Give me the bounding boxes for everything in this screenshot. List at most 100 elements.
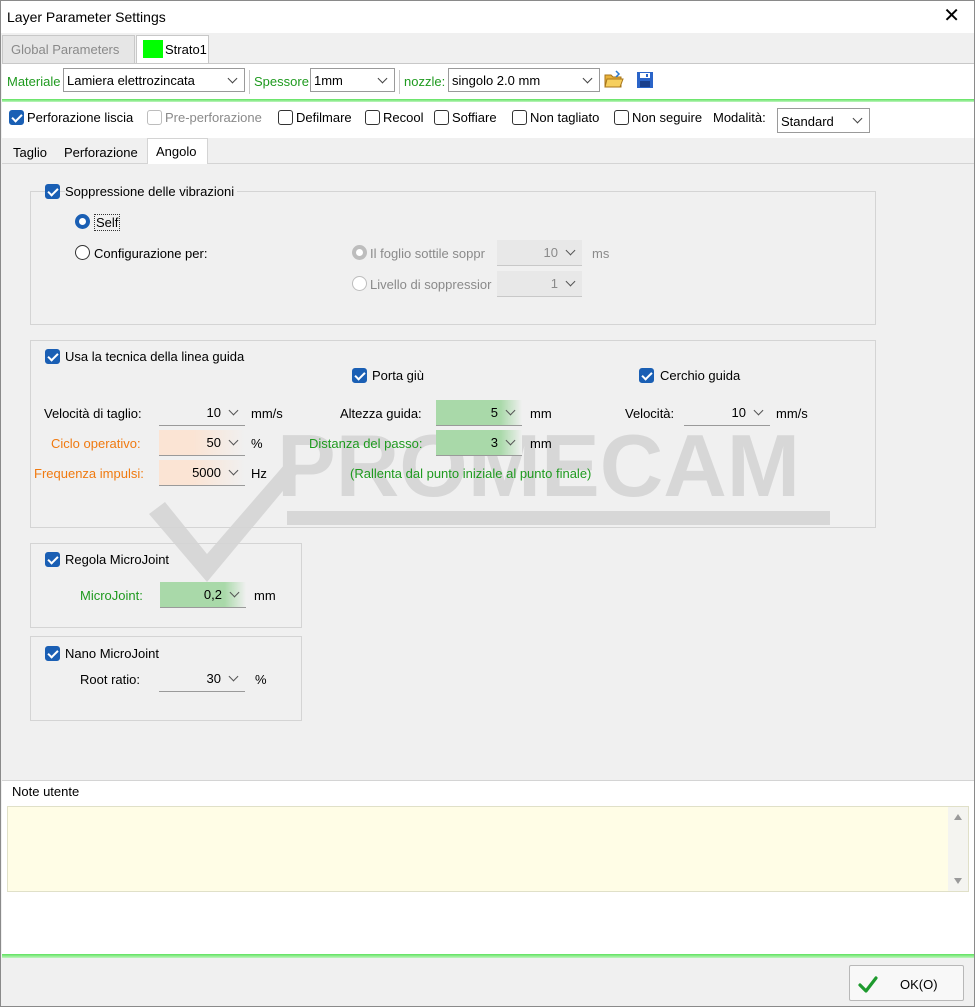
- nozzle-value: singolo 2.0 mm: [452, 73, 541, 88]
- notes-scrollbar[interactable]: [948, 807, 968, 891]
- cerchio-guida-checkbox[interactable]: [639, 368, 654, 383]
- open-folder-icon[interactable]: [604, 70, 624, 90]
- root-ratio-stepper[interactable]: 30: [159, 666, 245, 692]
- modalita-label: Modalità:: [713, 110, 766, 125]
- chevron-down-icon: [227, 466, 241, 480]
- defilmare-checkbox[interactable]: [278, 110, 293, 125]
- velocita-taglio-unit: mm/s: [251, 406, 283, 421]
- tab-taglio-label: Taglio: [13, 145, 47, 160]
- root-ratio-value: 30: [206, 671, 221, 686]
- distanza-stepper[interactable]: 3: [436, 430, 522, 456]
- porta-giu-checkbox[interactable]: [352, 368, 367, 383]
- chevron-down-icon: [227, 436, 241, 450]
- thickness-label: Spessore: [254, 74, 309, 89]
- divider: [399, 70, 400, 94]
- non-seguire-checkbox[interactable]: [614, 110, 629, 125]
- nozzle-label: nozzle:: [404, 74, 446, 89]
- scroll-up-icon[interactable]: [954, 814, 962, 820]
- microjoint-checkbox[interactable]: [45, 552, 60, 567]
- livello-stepper[interactable]: 1: [497, 271, 582, 297]
- vibration-title: Soppressione delle vibrazioni: [65, 184, 238, 199]
- livello-label: Livello di soppressior: [370, 277, 492, 292]
- divider: [249, 70, 250, 94]
- chevron-down-icon: [504, 436, 518, 450]
- foglio-unit: ms: [592, 246, 610, 261]
- modalita-select[interactable]: Standard: [777, 108, 870, 133]
- non-tagliato-checkbox[interactable]: [512, 110, 527, 125]
- accent-line-bottom: [2, 954, 974, 958]
- tab-strato1[interactable]: Strato1: [136, 35, 209, 64]
- foglio-radio[interactable]: [352, 245, 367, 260]
- material-select[interactable]: Lamiera elettrozincata: [63, 68, 245, 92]
- chevron-down-icon: [851, 113, 865, 127]
- chevron-down-icon: [504, 406, 518, 420]
- close-icon[interactable]: ✕: [943, 6, 960, 26]
- soffiare-label: Soffiare: [452, 110, 497, 125]
- non-tagliato-label: Non tagliato: [530, 110, 600, 125]
- foglio-label: Il foglio sottile soppr: [370, 246, 485, 261]
- microjoint-unit: mm: [254, 588, 276, 603]
- nozzle-select[interactable]: singolo 2.0 mm: [448, 68, 600, 92]
- tab-angolo[interactable]: Angolo: [147, 138, 208, 164]
- thickness-select[interactable]: 1mm: [310, 68, 395, 92]
- ciclo-stepper[interactable]: 50: [159, 430, 245, 456]
- altezza-label: Altezza guida:: [340, 406, 422, 421]
- chevron-down-icon: [227, 406, 241, 420]
- distanza-label: Distanza del passo:: [309, 436, 423, 451]
- perforazione-liscia-label: Perforazione liscia: [27, 110, 134, 125]
- soffiare-checkbox[interactable]: [434, 110, 449, 125]
- chevron-down-icon: [564, 277, 578, 291]
- configurazione-radio[interactable]: [75, 245, 90, 260]
- scroll-down-icon[interactable]: [954, 878, 962, 884]
- checkmark-icon: [858, 974, 878, 994]
- livello-radio[interactable]: [352, 276, 367, 291]
- velocita-taglio-stepper[interactable]: 10: [159, 400, 245, 426]
- self-radio[interactable]: [75, 214, 90, 229]
- velocita-value: 10: [731, 405, 746, 420]
- root-ratio-unit: %: [255, 672, 267, 687]
- frequenza-stepper[interactable]: 5000: [159, 460, 245, 486]
- foglio-stepper[interactable]: 10: [497, 240, 582, 266]
- angolo-panel: PROMECAM Soppressione delle vibrazioni S…: [2, 163, 974, 780]
- tab-perforazione-label: Perforazione: [64, 145, 138, 160]
- vibration-checkbox[interactable]: [45, 184, 60, 199]
- perforazione-liscia-checkbox[interactable]: [9, 110, 24, 125]
- notes-textarea[interactable]: [7, 806, 969, 892]
- root-ratio-label: Root ratio:: [80, 672, 140, 687]
- tab-taglio[interactable]: Taglio: [7, 140, 59, 164]
- ciclo-unit: %: [251, 436, 263, 451]
- ok-button-label: OK(O): [900, 977, 938, 992]
- velocita-label: Velocità:: [625, 406, 675, 421]
- frequenza-unit: Hz: [251, 466, 267, 481]
- recool-label: Recool: [383, 110, 424, 125]
- tab-angolo-label: Angolo: [156, 144, 197, 159]
- ciclo-value: 50: [206, 435, 221, 450]
- ok-button[interactable]: OK(O): [849, 965, 964, 1001]
- pre-perforazione-label: Pre-perforazione: [165, 110, 262, 125]
- tab-perforazione[interactable]: Perforazione: [59, 140, 147, 164]
- altezza-stepper[interactable]: 5: [436, 400, 522, 426]
- save-icon[interactable]: [636, 71, 654, 89]
- notes-section: Note utente: [2, 780, 974, 954]
- tab-strato1-label: Strato1: [165, 42, 207, 57]
- pre-perforazione-checkbox[interactable]: [147, 110, 162, 125]
- recool-checkbox[interactable]: [365, 110, 380, 125]
- options-row: Perforazione liscia Pre-perforazione Def…: [2, 102, 974, 138]
- microjoint-stepper[interactable]: 0,2: [160, 582, 246, 608]
- chevron-down-icon: [376, 73, 390, 87]
- rallenta-note: (Rallenta dal punto iniziale al punto fi…: [350, 466, 592, 481]
- microjoint-title: Regola MicroJoint: [65, 552, 170, 567]
- material-toolbar: Materiale Lamiera elettrozincata Spessor…: [2, 63, 974, 99]
- guide-line-checkbox[interactable]: [45, 349, 60, 364]
- layer-color-swatch: [143, 40, 163, 58]
- distanza-unit: mm: [530, 436, 552, 451]
- ciclo-label: Ciclo operativo:: [51, 436, 141, 451]
- tab-global-parameters[interactable]: Global Parameters: [2, 35, 135, 63]
- velocita-stepper[interactable]: 10: [684, 400, 770, 426]
- nano-microjoint-checkbox[interactable]: [45, 646, 60, 661]
- chevron-down-icon: [227, 672, 241, 686]
- frequenza-value: 5000: [192, 465, 221, 480]
- window-title: Layer Parameter Settings: [7, 9, 166, 25]
- frequenza-label: Frequenza impulsi:: [34, 466, 144, 481]
- chevron-down-icon: [226, 73, 240, 87]
